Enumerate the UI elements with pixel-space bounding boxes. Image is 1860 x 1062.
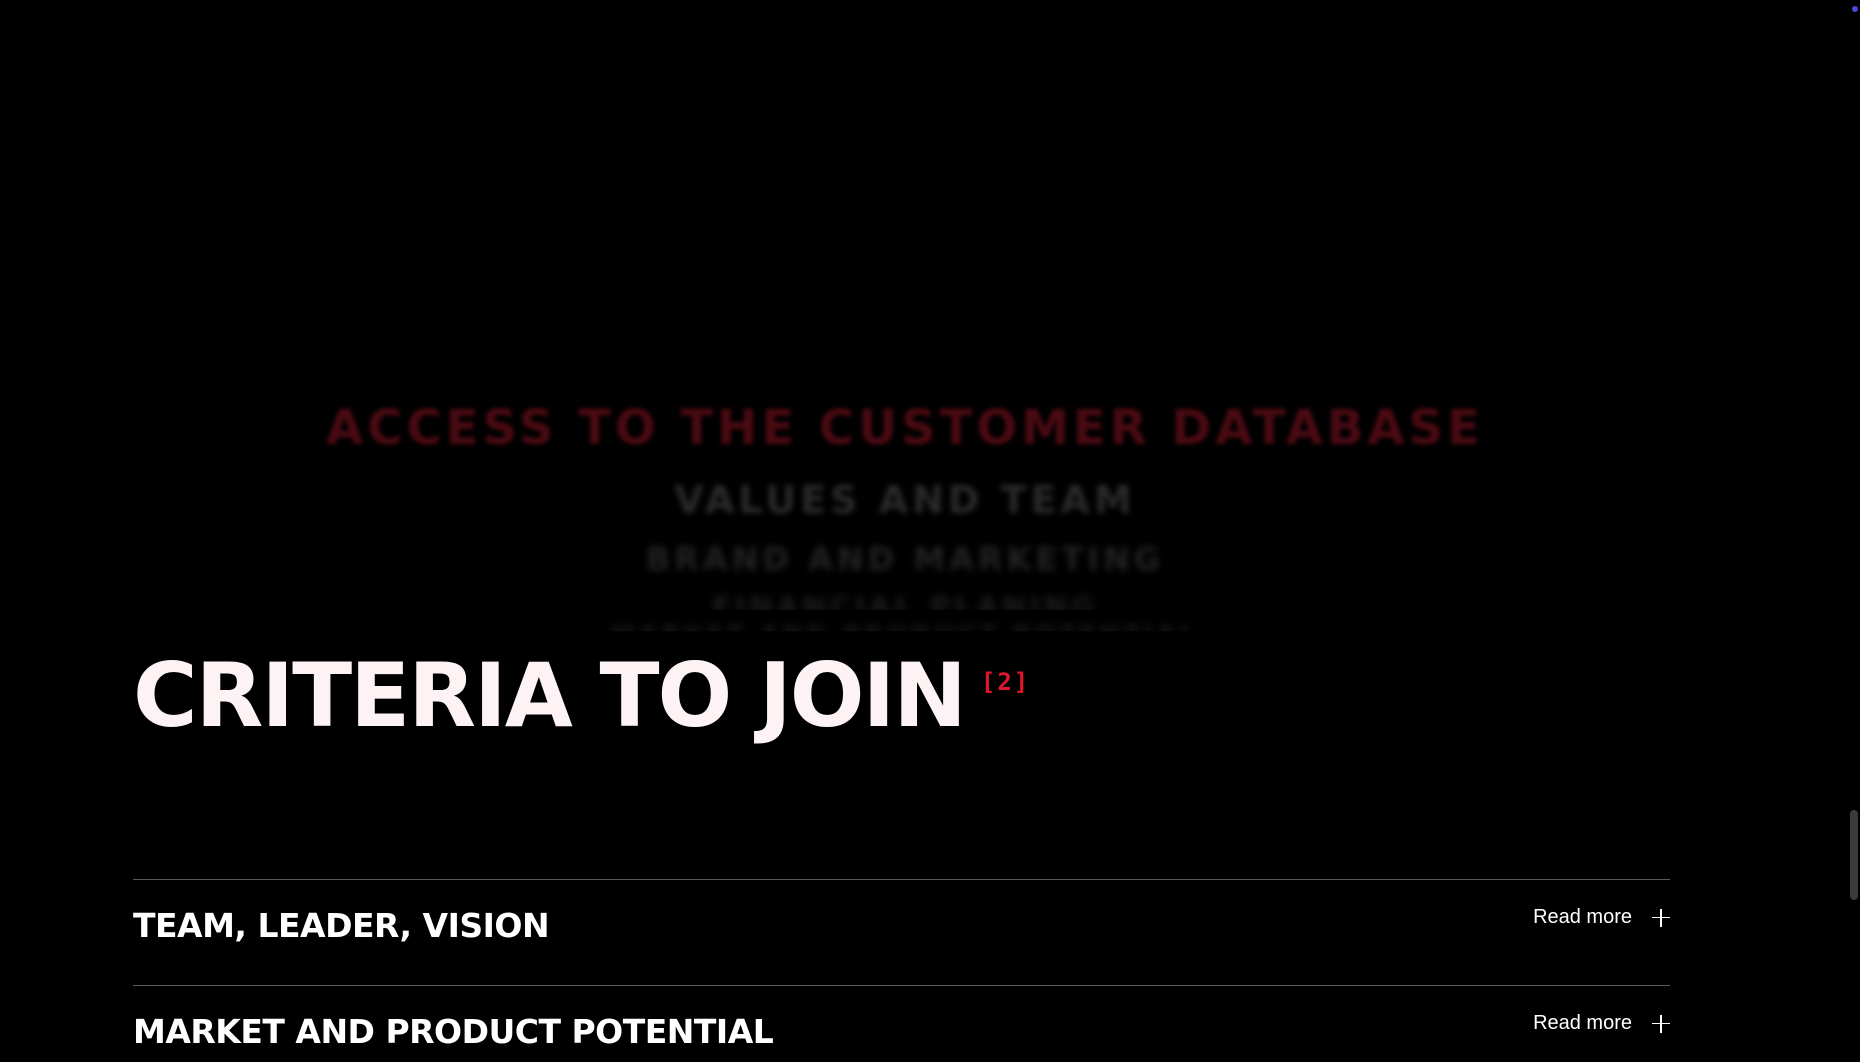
scrollbar-thumb[interactable] xyxy=(1850,810,1858,900)
read-more-button[interactable]: Read more xyxy=(1533,906,1670,929)
read-more-label: Read more xyxy=(1533,906,1632,928)
accordion-item-market[interactable]: MARKET AND PRODUCT POTENTIAL Read more xyxy=(133,985,1670,1062)
accordion-item-title: MARKET AND PRODUCT POTENTIAL xyxy=(133,1012,774,1051)
section-heading: CRITERIA TO JOIN [2] xyxy=(133,652,1030,740)
read-more-label: Read more xyxy=(1533,1012,1632,1034)
page-title: CRITERIA TO JOIN xyxy=(133,644,967,747)
read-more-button[interactable]: Read more xyxy=(1533,1012,1670,1035)
plus-icon[interactable] xyxy=(1652,1014,1670,1033)
accordion-item-team[interactable]: TEAM, LEADER, VISION Read more xyxy=(133,879,1670,985)
marquee-line: ACCESS TO THE CUSTOMER DATABASE xyxy=(326,400,1484,456)
indicator-dot-icon xyxy=(1852,6,1858,12)
accordion-item-title: TEAM, LEADER, VISION xyxy=(133,906,550,945)
marquee-line: FINANCIAL PLANING xyxy=(711,590,1099,623)
marquee-line: BRAND AND MARKETING xyxy=(645,540,1165,578)
scrollbar[interactable] xyxy=(1846,0,1860,1062)
section-number-badge: [2] xyxy=(980,668,1031,696)
marquee-line: VALUES AND TEAM xyxy=(674,478,1136,522)
criteria-accordion: TEAM, LEADER, VISION Read more MARKET AN… xyxy=(133,879,1670,1062)
plus-icon[interactable] xyxy=(1652,908,1670,927)
